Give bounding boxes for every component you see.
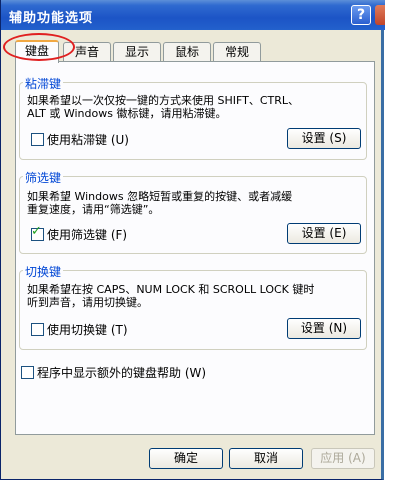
checkbox-label: 使用筛选键 (F): [47, 228, 128, 242]
toggle-desc-line-1: 如果希望在按 CAPS、NUM LOCK 和 SCROLL LOCK 键时: [27, 283, 315, 296]
use-sticky-keys-checkbox[interactable]: 使用粘滞键 (U): [31, 133, 129, 147]
checkbox-label: 程序中显示额外的键盘帮助 (W): [37, 366, 207, 380]
apply-button[interactable]: 应用 (A): [311, 448, 375, 469]
checkmark-icon: ✓: [31, 224, 42, 239]
accessibility-options-window: 辅助功能选项 ? 键盘 声音 显示 鼠标 常规 粘滞键 如果希望以一次仅按一键的…: [0, 0, 385, 480]
sticky-keys-title: 粘滞键: [23, 75, 64, 92]
sticky-keys-description: 如果希望以一次仅按一键的方式来使用 SHIFT、CTRL、 ALT 或 Wind…: [27, 94, 357, 120]
tab-mouse[interactable]: 鼠标: [163, 42, 211, 62]
sticky-desc-line-2: ALT 或 Windows 徽标键，请用粘滞键。: [27, 107, 227, 120]
toggle-keys-description: 如果希望在按 CAPS、NUM LOCK 和 SCROLL LOCK 键时 听到…: [27, 283, 357, 309]
filter-desc-line-1: 如果希望 Windows 忽略短暂或重复的按键、或者减缓: [27, 190, 293, 203]
extra-keyboard-help-checkbox[interactable]: 程序中显示额外的键盘帮助 (W): [21, 366, 206, 380]
checkbox-box[interactable]: ✓: [31, 224, 44, 241]
toggle-settings-button[interactable]: 设置 (N): [287, 318, 361, 339]
checkbox-label: 使用粘滞键 (U): [47, 133, 129, 147]
filter-settings-button[interactable]: 设置 (E): [287, 223, 361, 244]
filter-desc-line-2: 重复速度，请用“筛选键”。: [27, 203, 160, 216]
title-bar[interactable]: 辅助功能选项 ?: [1, 0, 385, 30]
checkbox-box[interactable]: [21, 366, 34, 379]
checkbox-box[interactable]: [31, 323, 44, 336]
window-title: 辅助功能选项: [9, 11, 94, 26]
use-filter-keys-checkbox[interactable]: ✓ 使用筛选键 (F): [31, 224, 128, 242]
close-button[interactable]: [375, 5, 385, 25]
sticky-settings-button[interactable]: 设置 (S): [287, 128, 361, 149]
highlight-oval: [3, 33, 75, 61]
help-button[interactable]: ?: [351, 5, 371, 25]
sticky-desc-line-1: 如果希望以一次仅按一键的方式来使用 SHIFT、CTRL、: [27, 94, 300, 107]
ok-button[interactable]: 确定: [149, 448, 223, 469]
checkbox-box[interactable]: [31, 133, 44, 146]
toggle-desc-line-2: 听到声音，请用切换键。: [27, 296, 148, 309]
tab-display[interactable]: 显示: [113, 42, 161, 62]
filter-keys-description: 如果希望 Windows 忽略短暂或重复的按键、或者减缓 重复速度，请用“筛选键…: [27, 190, 357, 216]
tab-general[interactable]: 常规: [213, 42, 261, 62]
cancel-button[interactable]: 取消: [229, 448, 303, 469]
toggle-keys-title: 切换键: [23, 263, 64, 280]
filter-keys-title: 筛选键: [23, 169, 64, 186]
checkbox-label: 使用切换键 (T): [47, 323, 128, 337]
use-toggle-keys-checkbox[interactable]: 使用切换键 (T): [31, 323, 128, 337]
